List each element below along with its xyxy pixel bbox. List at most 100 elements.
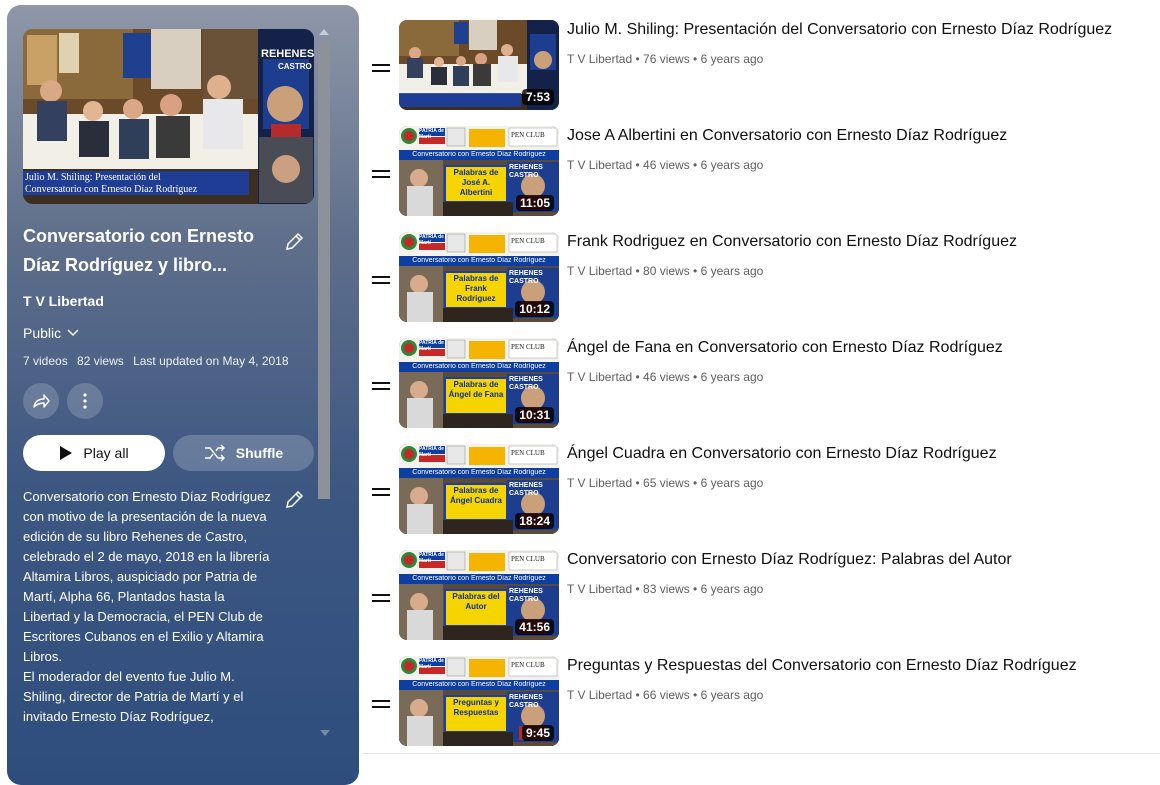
list-divider — [362, 753, 1160, 754]
playlist-video-item[interactable]: Preguntas y Respuestas Conversatorio con … — [362, 656, 1160, 756]
drag-handle-icon[interactable] — [372, 276, 390, 286]
video-duration-badge: 11:05 — [515, 195, 554, 211]
playlist-video-item[interactable]: Palabras de José A. Albertini Conversator… — [362, 126, 1160, 226]
shuffle-label: Shuffle — [235, 445, 284, 461]
video-thumbnail[interactable]: Palabras de Frank Rodriguez Conversatorio… — [399, 232, 559, 322]
video-views: 66 views — [643, 688, 690, 702]
video-title-link[interactable]: Preguntas y Respuestas del Conversatorio… — [567, 657, 1077, 675]
thumbnail-pen-text: PEN CLUB — [511, 661, 545, 669]
play-all-button[interactable]: Play all — [23, 435, 165, 471]
description-paragraph: El moderador del evento fue Julio M. Shi… — [23, 669, 244, 724]
edit-title-pencil-icon[interactable] — [283, 231, 305, 253]
video-thumbnail[interactable]: Palabras de Ángel Cuadra Conversatorio co… — [399, 444, 559, 534]
video-duration-badge: 18:24 — [515, 513, 554, 529]
video-thumbnail[interactable]: Palabras de José A. Albertini Conversator… — [399, 126, 559, 216]
video-views: 80 views — [643, 264, 690, 278]
video-title-link[interactable]: Conversatorio con Ernesto Díaz Rodríguez… — [567, 551, 1012, 569]
drag-handle-icon[interactable] — [372, 170, 390, 180]
thumbnail-book-text: REHENES CASTRO — [509, 164, 543, 179]
hero-book-title: REHENES — [261, 48, 314, 60]
thumbnail-book-text: REHENES CASTRO — [509, 588, 543, 603]
video-metadata: T V Libertad • 66 views • 6 years ago — [567, 688, 763, 702]
video-metadata: T V Libertad • 80 views • 6 years ago — [567, 264, 763, 278]
scrollbar-thumb[interactable] — [318, 41, 330, 499]
scroll-down-arrow-icon[interactable] — [320, 730, 330, 736]
scroll-up-arrow-icon[interactable] — [319, 29, 329, 35]
video-age: 6 years ago — [700, 688, 764, 702]
description-scrollbar[interactable] — [316, 29, 332, 505]
thumbnail-overlay-label: Preguntas y Respuestas — [453, 698, 499, 717]
playlist-video-item[interactable]: 7:53 Julio M. Shiling: Presentación del C… — [362, 20, 1160, 120]
video-title-link[interactable]: Frank Rodriguez en Conversatorio con Ern… — [567, 233, 1017, 251]
video-age: 6 years ago — [700, 582, 764, 596]
playlist-video-item[interactable]: Palabras de Frank Rodriguez Conversatorio… — [362, 232, 1160, 332]
video-channel-link[interactable]: T V Libertad — [567, 370, 632, 384]
share-arrow-icon — [33, 394, 50, 408]
meta-separator: • — [632, 476, 644, 490]
video-title-link[interactable]: Julio M. Shiling: Presentación del Conve… — [567, 21, 1112, 39]
thumbnail-logo-text: PATRIA de Martí — [419, 446, 444, 458]
privacy-dropdown[interactable]: Public — [23, 325, 79, 341]
video-thumbnail[interactable]: Palabras de Ángel de Fana Conversatorio c… — [399, 338, 559, 428]
video-views: 46 views — [643, 370, 690, 384]
drag-handle-icon[interactable] — [372, 382, 390, 392]
video-title-link[interactable]: Ángel de Fana en Conversatorio con Ernes… — [567, 339, 1003, 357]
video-views: 76 views — [643, 52, 690, 66]
meta-separator: • — [689, 688, 701, 702]
video-channel-link[interactable]: T V Libertad — [567, 688, 632, 702]
shuffle-button[interactable]: Shuffle — [173, 435, 314, 471]
video-channel-link[interactable]: T V Libertad — [567, 158, 632, 172]
video-thumbnail[interactable]: Preguntas y Respuestas Conversatorio con … — [399, 656, 559, 746]
hero-caption-line2: Conversatorio con Ernesto Díaz Rodríguez — [25, 184, 198, 195]
thumbnail-pen-text: PEN CLUB — [511, 131, 545, 139]
playlist-header-panel: Julio M. Shiling: Presentación del Conve… — [7, 5, 359, 785]
video-thumbnail[interactable]: 7:53 — [399, 20, 559, 110]
video-metadata: T V Libertad • 83 views • 6 years ago — [567, 582, 763, 596]
drag-handle-icon[interactable] — [372, 488, 390, 498]
playlist-owner-link[interactable]: T V Libertad — [23, 293, 104, 309]
thumbnail-logo-text: PATRIA de Martí — [419, 128, 444, 140]
thumbnail-banner-text: Conversatorio con Ernesto Díaz Rodríguez — [412, 363, 546, 370]
video-channel-link[interactable]: T V Libertad — [567, 52, 632, 66]
thumbnail-overlay-label: Palabras del Autor — [452, 592, 500, 611]
edit-description-pencil-icon[interactable] — [283, 489, 305, 511]
video-title-link[interactable]: Jose A Albertini en Conversatorio con Er… — [567, 127, 1007, 145]
drag-handle-icon[interactable] — [372, 64, 390, 74]
playlist-video-item[interactable]: Palabras del Autor Conversatorio con Erne… — [362, 550, 1160, 650]
playlist-video-item[interactable]: Palabras de Ángel de Fana Conversatorio c… — [362, 338, 1160, 438]
meta-separator: • — [632, 688, 644, 702]
video-metadata: T V Libertad • 65 views • 6 years ago — [567, 476, 763, 490]
thumbnail-banner-text: Conversatorio con Ernesto Díaz Rodríguez — [412, 681, 546, 688]
meta-separator: • — [689, 264, 701, 278]
video-duration-badge: 41:56 — [515, 619, 554, 635]
video-duration-badge: 10:12 — [515, 301, 554, 317]
shuffle-icon — [204, 444, 225, 462]
video-duration-badge: 10:31 — [515, 407, 554, 423]
video-views: 65 views — [643, 476, 690, 490]
thumbnail-book-text: REHENES CASTRO — [509, 270, 543, 285]
privacy-label: Public — [23, 325, 62, 341]
playlist-thumbnail[interactable]: Julio M. Shiling: Presentación del Conve… — [23, 29, 314, 204]
hero-book-sub: CASTRO — [278, 62, 312, 71]
video-title-link[interactable]: Ángel Cuadra en Conversatorio con Ernest… — [567, 445, 997, 463]
video-views: 46 views — [643, 158, 690, 172]
drag-handle-icon[interactable] — [372, 700, 390, 710]
play-all-label: Play all — [83, 445, 129, 461]
meta-separator: • — [689, 370, 701, 384]
video-thumbnail[interactable]: Palabras del Autor Conversatorio con Erne… — [399, 550, 559, 640]
thumbnail-overlay-label: Palabras de Ángel de Fana — [448, 380, 504, 399]
video-channel-link[interactable]: T V Libertad — [567, 476, 632, 490]
description-paragraph: Conversatorio con Ernesto Díaz Rodríguez… — [23, 489, 271, 664]
share-button[interactable] — [23, 383, 59, 419]
video-channel-link[interactable]: T V Libertad — [567, 264, 632, 278]
video-channel-link[interactable]: T V Libertad — [567, 582, 632, 596]
video-metadata: T V Libertad • 46 views • 6 years ago — [567, 158, 763, 172]
drag-handle-icon[interactable] — [372, 594, 390, 604]
meta-separator: • — [689, 582, 701, 596]
thumbnail-pen-text: PEN CLUB — [511, 555, 545, 563]
thumbnail-pen-text: PEN CLUB — [511, 237, 545, 245]
more-actions-button[interactable] — [67, 383, 103, 419]
thumbnail-logo-text: PATRIA de Martí — [419, 340, 444, 352]
playlist-video-item[interactable]: Palabras de Ángel Cuadra Conversatorio co… — [362, 444, 1160, 544]
playlist-views: 82 views — [77, 354, 124, 368]
